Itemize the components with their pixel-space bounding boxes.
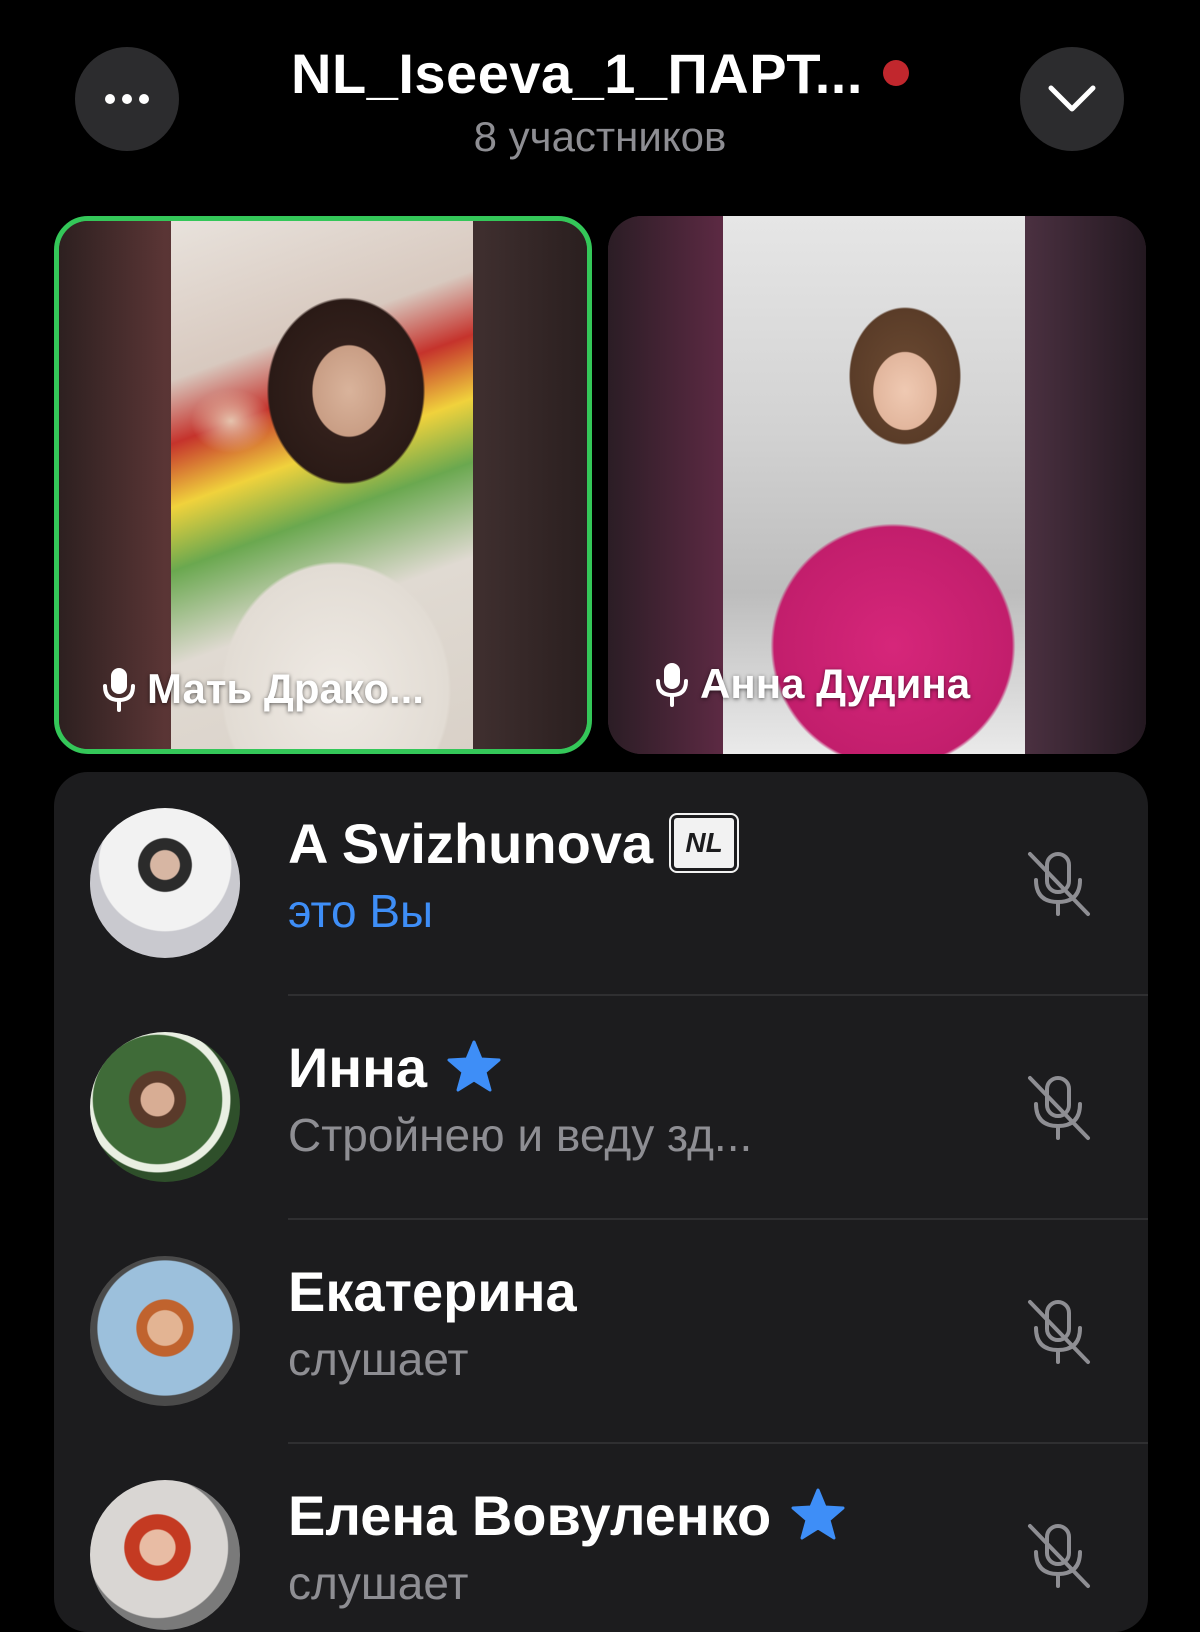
participant-name: Инна	[288, 1035, 428, 1099]
participant-status: Стройнею и веду зд...	[288, 1109, 753, 1161]
call-title-row: NL_Iseeva_1_ПАРТ...	[200, 38, 1000, 108]
avatar	[90, 808, 240, 958]
video-tile[interactable]: Анна Дудина	[608, 216, 1146, 754]
microphone-muted-icon[interactable]	[1018, 844, 1098, 924]
star-icon	[447, 1040, 501, 1092]
avatar	[90, 1480, 240, 1630]
participant-row[interactable]: A Svizhunova NL это Вы	[54, 772, 1148, 996]
video-tile-label: Мать Драко...	[101, 664, 424, 714]
participant-status: это Вы	[288, 885, 434, 937]
avatar	[90, 1032, 240, 1182]
more-icon	[105, 94, 149, 104]
recording-indicator	[882, 60, 909, 86]
participant-name: Елена Вовуленко	[288, 1483, 772, 1547]
video-participant-name: Мать Драко...	[147, 665, 424, 712]
participant-row[interactable]: Екатерина слушает	[54, 1220, 1148, 1444]
more-options-button[interactable]	[75, 47, 179, 151]
avatar	[90, 1256, 240, 1406]
participant-status: слушает	[288, 1557, 469, 1609]
nl-badge-icon: NL	[669, 813, 740, 873]
video-tile-speaker[interactable]: Мать Драко...	[54, 216, 592, 754]
participant-row[interactable]: Инна Стройнею и веду зд...	[54, 996, 1148, 1220]
star-icon	[791, 1488, 845, 1540]
call-header: NL_Iseeva_1_ПАРТ... 8 участников	[0, 0, 1200, 200]
chevron-down-icon	[1048, 85, 1096, 112]
participant-row[interactable]: Елена Вовуленко слушает	[54, 1444, 1148, 1632]
microphone-icon	[103, 668, 135, 712]
participants-list[interactable]: A Svizhunova NL это Вы Инна Стройнею и в…	[54, 772, 1148, 1632]
collapse-button[interactable]	[1020, 47, 1124, 151]
microphone-muted-icon[interactable]	[1018, 1292, 1098, 1372]
participant-name: A Svizhunova	[288, 811, 654, 875]
call-title: NL_Iseeva_1_ПАРТ...	[291, 41, 863, 105]
video-tile-label: Анна Дудина	[654, 659, 970, 709]
microphone-muted-icon[interactable]	[1018, 1068, 1098, 1148]
participant-count: 8 участников	[473, 113, 727, 160]
video-participant-name: Анна Дудина	[700, 660, 971, 707]
microphone-icon	[656, 663, 688, 707]
participant-status: слушает	[288, 1333, 469, 1385]
microphone-muted-icon[interactable]	[1018, 1516, 1098, 1596]
participant-name: Екатерина	[288, 1259, 577, 1323]
